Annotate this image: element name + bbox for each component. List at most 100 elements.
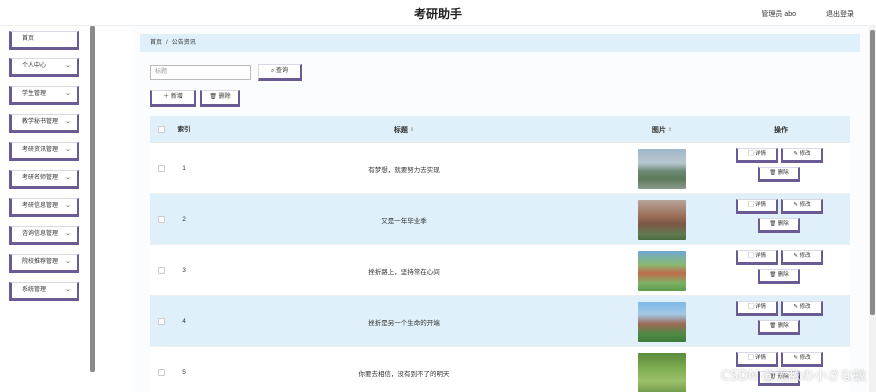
edit-button[interactable]: ✎ 修改 xyxy=(781,199,823,214)
detail-icon: ▢ xyxy=(747,304,755,310)
edit-label: 修改 xyxy=(799,151,811,157)
detail-button[interactable]: ▢ 详情 xyxy=(736,148,778,163)
bulk-delete-button[interactable]: 🗑 删除 xyxy=(200,90,240,107)
detail-button[interactable]: ▢ 详情 xyxy=(736,301,778,316)
edit-button[interactable]: ✎ 修改 xyxy=(781,301,823,316)
table-row: 1 有梦想，就要努力去实现 ▢ 详情 ✎ 修改 🗑 删除 xyxy=(150,143,850,194)
delete-button[interactable]: 🗑 删除 xyxy=(758,218,800,233)
sidebar-item[interactable]: 首页 xyxy=(9,31,79,50)
row-title: 你要去相信，没有到不了的明天 xyxy=(358,370,450,378)
row-index: 1 xyxy=(182,165,186,172)
row-checkbox[interactable] xyxy=(157,165,165,172)
edit-label: 修改 xyxy=(799,253,811,259)
row-image-cell xyxy=(612,296,712,347)
row-checkbox[interactable] xyxy=(157,216,165,223)
delete-label: 删除 xyxy=(777,170,789,176)
row-image-cell xyxy=(612,194,712,245)
row-title: 挫折路上，坚持常在心间 xyxy=(368,268,440,276)
add-button-label: 新增 xyxy=(170,94,183,100)
delete-button[interactable]: 🗑 删除 xyxy=(758,320,800,335)
breadcrumb-current: 公告资讯 xyxy=(171,40,196,46)
title-search-input[interactable]: 标题 xyxy=(150,65,251,80)
detail-label: 详情 xyxy=(755,202,767,208)
logout-link[interactable]: 退出登录 xyxy=(826,9,854,19)
breadcrumb-separator: / xyxy=(166,40,168,46)
detail-label: 详情 xyxy=(755,151,767,157)
row-select-cell xyxy=(150,245,172,296)
sort-icon: ⇕ xyxy=(667,126,673,133)
table-row: 3 挫折路上，坚持常在心间 ▢ 详情 ✎ 修改 🗑 删除 xyxy=(150,245,850,296)
header-actions: 操作 xyxy=(774,126,788,134)
page-scrollbar-thumb[interactable] xyxy=(870,30,875,315)
search-button[interactable]: ⌕ 查询 xyxy=(258,64,302,81)
header-title[interactable]: 标题 ⇕ xyxy=(196,116,612,143)
select-all-checkbox[interactable] xyxy=(157,126,165,133)
sidebar-item-label: 教学秘书管理 xyxy=(22,119,59,125)
row-thumbnail-image[interactable] xyxy=(638,352,686,392)
sidebar-item[interactable]: 考研资讯管理 ⌄ xyxy=(9,142,79,161)
row-thumbnail-image[interactable] xyxy=(638,148,686,189)
row-select-cell xyxy=(150,143,172,194)
chevron-down-icon: ⌄ xyxy=(65,286,71,293)
row-checkbox[interactable] xyxy=(157,267,165,274)
chevron-down-icon: ⌄ xyxy=(65,202,71,209)
edit-label: 修改 xyxy=(799,202,811,208)
row-checkbox[interactable] xyxy=(157,369,165,376)
detail-icon: ▢ xyxy=(747,355,755,361)
sidebar-item[interactable]: 个人中心 ⌄ xyxy=(9,58,79,77)
detail-icon: ▢ xyxy=(747,202,755,208)
detail-button[interactable]: ▢ 详情 xyxy=(736,250,778,265)
sort-icon: ⇕ xyxy=(409,126,415,133)
select-all-cell xyxy=(150,116,172,143)
edit-label: 修改 xyxy=(799,355,811,361)
chevron-down-icon: ⌄ xyxy=(65,258,71,265)
bulk-delete-label: 删除 xyxy=(218,94,231,100)
row-thumbnail-image[interactable] xyxy=(638,301,686,342)
row-image-cell xyxy=(612,245,712,296)
delete-label: 删除 xyxy=(777,221,789,227)
sidebar-item[interactable]: 系统管理 ⌄ xyxy=(9,282,79,301)
plus-icon: ＋ xyxy=(163,94,170,100)
sidebar-item[interactable]: 咨询信息管理 ⌄ xyxy=(9,226,79,245)
add-button[interactable]: ＋ 新增 xyxy=(150,90,196,107)
delete-button[interactable]: 🗑 删除 xyxy=(758,269,800,284)
row-checkbox[interactable] xyxy=(157,318,165,325)
trash-icon: 🗑 xyxy=(769,170,778,176)
trash-icon: 🗑 xyxy=(769,323,778,329)
row-actions: ▢ 详情 ✎ 修改 🗑 删除 xyxy=(736,301,846,345)
breadcrumb-home[interactable]: 首页 xyxy=(150,40,162,46)
sidebar-item-label: 学生管理 xyxy=(22,91,47,97)
sidebar-item-label: 系统管理 xyxy=(22,287,47,293)
chevron-down-icon: ⌄ xyxy=(65,174,71,181)
top-bar: 考研助手 管理员 abo 退出登录 xyxy=(0,0,876,26)
row-thumbnail-image[interactable] xyxy=(638,199,686,240)
trash-icon: 🗑 xyxy=(769,221,778,227)
row-actions: ▢ 详情 ✎ 修改 🗑 删除 xyxy=(736,148,846,192)
user-info: 管理员 abo xyxy=(761,11,796,18)
watermark: CSDN @无敌の小さな蚊 xyxy=(720,369,866,384)
chevron-down-icon: ⌄ xyxy=(65,230,71,237)
sidebar-scrollbar-thumb[interactable] xyxy=(90,26,95,372)
header-image[interactable]: 图片 ⇕ xyxy=(612,116,712,143)
header-index: 索引 xyxy=(177,125,191,133)
detail-button[interactable]: ▢ 详情 xyxy=(736,199,778,214)
edit-button[interactable]: ✎ 修改 xyxy=(781,148,823,163)
sidebar-item[interactable]: 考研信息管理 ⌄ xyxy=(9,198,79,217)
chevron-down-icon: ⌄ xyxy=(65,90,71,97)
sidebar-item-label: 考研资讯管理 xyxy=(22,147,59,153)
sidebar-item[interactable]: 学生管理 ⌄ xyxy=(9,86,79,105)
row-index: 2 xyxy=(182,216,186,223)
row-index: 3 xyxy=(182,267,186,274)
chevron-down-icon: ⌄ xyxy=(65,62,71,69)
sidebar-item-label: 个人中心 xyxy=(22,63,47,69)
delete-label: 删除 xyxy=(777,323,789,329)
delete-button[interactable]: 🗑 删除 xyxy=(758,167,800,182)
chevron-down-icon: ⌄ xyxy=(65,146,71,153)
sidebar-item[interactable]: 院校推荐管理 ⌄ xyxy=(9,254,79,273)
edit-button[interactable]: ✎ 修改 xyxy=(781,250,823,265)
header-title-label: 标题 xyxy=(393,126,408,134)
row-title: 有梦想，就要努力去实现 xyxy=(368,166,440,174)
sidebar-item[interactable]: 考研名师管理 ⌄ xyxy=(9,170,79,189)
sidebar-item[interactable]: 教学秘书管理 ⌄ xyxy=(9,114,79,133)
row-thumbnail-image[interactable] xyxy=(638,250,686,291)
